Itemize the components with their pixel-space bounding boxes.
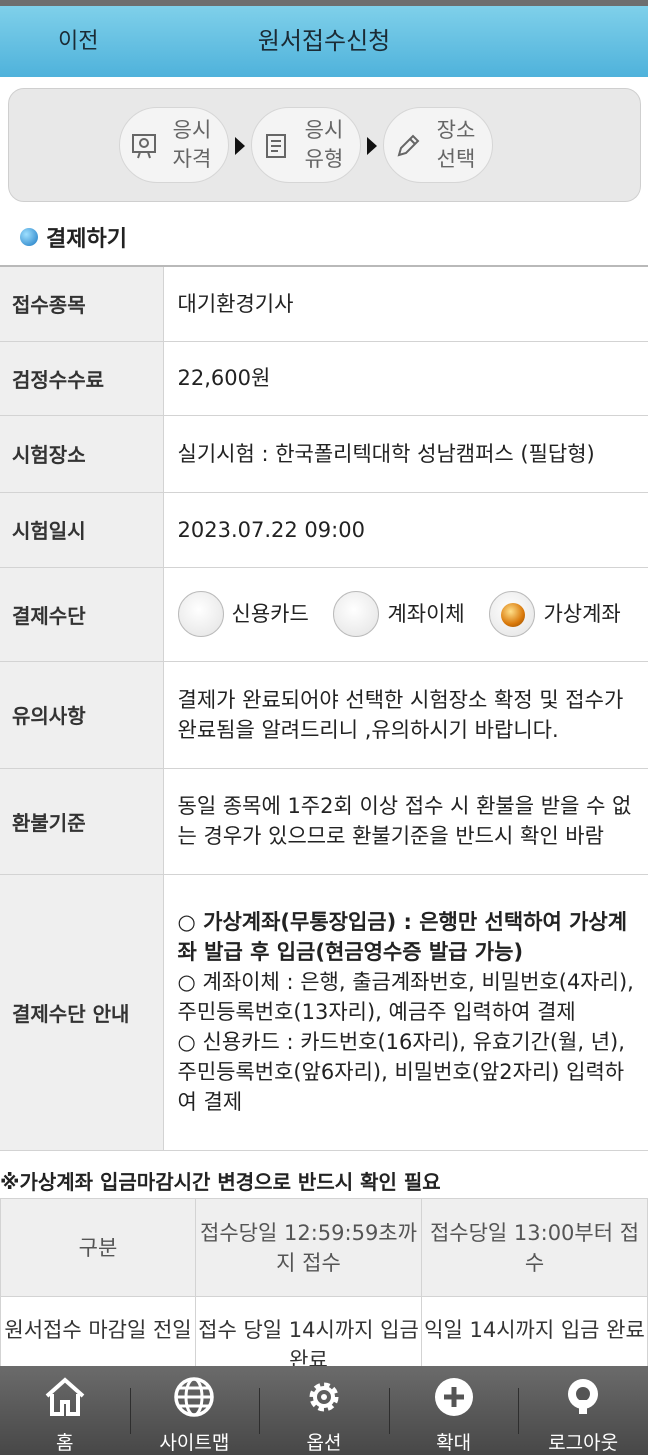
- step-label: 장소 선택: [436, 118, 476, 171]
- table-row: 접수종목 대기환경기사: [0, 266, 648, 342]
- nav-options[interactable]: 옵션: [259, 1366, 389, 1455]
- step-place[interactable]: 장소 선택: [383, 107, 493, 183]
- row-label: 환불기준: [0, 768, 164, 875]
- table-cell: 접수 당일 14시까지 입금 완료: [195, 1296, 422, 1377]
- bottom-navigation: 홈 사이트맵 옵션 확대 로그아웃: [0, 1366, 648, 1455]
- row-value: 실기시험 : 한국폴리텍대학 성남캠퍼스 (필답형): [163, 415, 648, 493]
- radio-button-selected-icon[interactable]: [489, 591, 536, 637]
- logout-icon: [568, 1379, 599, 1414]
- radio-button-icon[interactable]: [177, 591, 224, 637]
- payment-method-options: 신용카드 계좌이체 가상계좌: [163, 567, 648, 662]
- row-value: 2023.07.22 09:00: [163, 492, 648, 568]
- plus-circle-icon: [434, 1378, 473, 1416]
- table-cell: 원서접수 마감일 전일: [0, 1296, 196, 1377]
- row-label: 결제수단: [0, 567, 164, 662]
- radio-virtual[interactable]: 가상계좌: [489, 591, 621, 637]
- step-type[interactable]: 응시 유형: [251, 107, 361, 183]
- row-label: 유의사항: [0, 661, 164, 769]
- table-row: 유의사항 결제가 완료되어야 선택한 시험장소 확정 및 접수가 완료됨을 알려…: [0, 661, 648, 769]
- step-arrow-icon: [235, 137, 245, 155]
- table-header-row: 구분 접수당일 12:59:59초까지 접수 접수당일 13:00부터 접수: [0, 1198, 648, 1297]
- nav-label: 로그아웃: [548, 1432, 619, 1454]
- gear-icon: [309, 1382, 339, 1412]
- document-icon: [262, 132, 290, 160]
- row-value: 동일 종목에 1주2회 이상 접수 시 환불을 받을 수 없는 경우가 있으므로…: [163, 768, 648, 875]
- row-value: 대기환경기사: [163, 266, 648, 342]
- bullet-icon: [20, 228, 38, 246]
- table-row: 시험일시 2023.07.22 09:00: [0, 492, 648, 568]
- step-qualification[interactable]: 응시 자격: [119, 107, 229, 183]
- radio-card[interactable]: 신용카드: [177, 591, 309, 637]
- step-arrow-icon: [367, 137, 377, 155]
- radio-label: 가상계좌: [543, 602, 621, 626]
- radio-button-icon[interactable]: [333, 591, 380, 637]
- page-title: 원서접수신청: [257, 27, 391, 55]
- table-row: 환불기준 동일 종목에 1주2회 이상 접수 시 환불을 받을 수 없는 경우가…: [0, 768, 648, 875]
- radio-label: 계좌이체: [387, 602, 465, 626]
- row-label: 시험장소: [0, 415, 164, 493]
- deadline-table: 구분 접수당일 12:59:59초까지 접수 접수당일 13:00부터 접수 원…: [0, 1198, 648, 1377]
- table-row: 결제수단 신용카드 계좌이체 가상계좌: [0, 567, 648, 662]
- app-header: 이전 원서접수신청: [0, 6, 648, 77]
- nav-label: 홈: [56, 1432, 74, 1454]
- nav-label: 옵션: [306, 1432, 342, 1454]
- row-value: 결제가 완료되어야 선택한 시험장소 확정 및 접수가 완료됨을 알려드리니 ,…: [163, 661, 648, 769]
- guide-transfer: ○ 계좌이체 : 은행, 출금계좌번호, 비밀번호(4자리), 주민등록번호(1…: [177, 970, 634, 1024]
- nav-logout[interactable]: 로그아웃: [518, 1366, 648, 1455]
- nav-label: 사이트맵: [159, 1432, 230, 1454]
- certificate-icon: [130, 132, 158, 160]
- nav-zoom[interactable]: 확대: [388, 1366, 519, 1455]
- row-label: 검정수수료: [0, 341, 164, 416]
- row-label: 결제수단 안내: [0, 874, 164, 1151]
- pencil-icon: [394, 132, 422, 160]
- radio-transfer[interactable]: 계좌이체: [333, 591, 465, 637]
- table-cell: 익일 14시까지 입금 완료: [421, 1296, 648, 1377]
- column-header: 접수당일 12:59:59초까지 접수: [195, 1198, 422, 1297]
- step-indicator: 응시 자격 응시 유형 장소 선택: [8, 88, 641, 202]
- payment-info-table: 접수종목 대기환경기사 검정수수료 22,600원 시험장소 실기시험 : 한국…: [0, 265, 648, 1151]
- nav-home[interactable]: 홈: [0, 1366, 130, 1455]
- payment-guide: ○ 가상계좌(무통장입금) : 은행만 선택하여 가상계좌 발급 후 입금(현금…: [163, 874, 648, 1151]
- deadline-notice: ※가상계좌 입금마감시간 변경으로 반드시 확인 필요: [0, 1170, 441, 1194]
- column-header: 접수당일 13:00부터 접수: [421, 1198, 648, 1297]
- step-label: 응시 유형: [304, 118, 344, 171]
- radio-label: 신용카드: [231, 602, 309, 626]
- guide-card: ○ 신용카드 : 카드번호(16자리), 유효기간(월, 년), 주민등록번호(…: [177, 1030, 625, 1114]
- table-row: 시험장소 실기시험 : 한국폴리텍대학 성남캠퍼스 (필답형): [0, 415, 648, 493]
- nav-label: 확대: [436, 1432, 472, 1454]
- guide-virtual-account: ○ 가상계좌(무통장입금) : 은행만 선택하여 가상계좌 발급 후 입금(현금…: [177, 910, 628, 964]
- home-icon: [45, 1377, 85, 1416]
- section-title: 결제하기: [20, 222, 127, 252]
- section-title-text: 결제하기: [46, 227, 127, 252]
- table-row: 결제수단 안내 ○ 가상계좌(무통장입금) : 은행만 선택하여 가상계좌 발급…: [0, 874, 648, 1151]
- table-row: 검정수수료 22,600원: [0, 341, 648, 416]
- nav-sitemap[interactable]: 사이트맵: [129, 1366, 260, 1455]
- row-label: 시험일시: [0, 492, 164, 568]
- row-label: 접수종목: [0, 266, 164, 342]
- step-label: 응시 자격: [172, 118, 212, 171]
- column-header: 구분: [0, 1198, 196, 1297]
- globe-icon: [174, 1377, 215, 1417]
- row-value: 22,600원: [163, 341, 648, 416]
- table-row: 원서접수 마감일 전일 접수 당일 14시까지 입금 완료 익일 14시까지 입…: [0, 1296, 648, 1377]
